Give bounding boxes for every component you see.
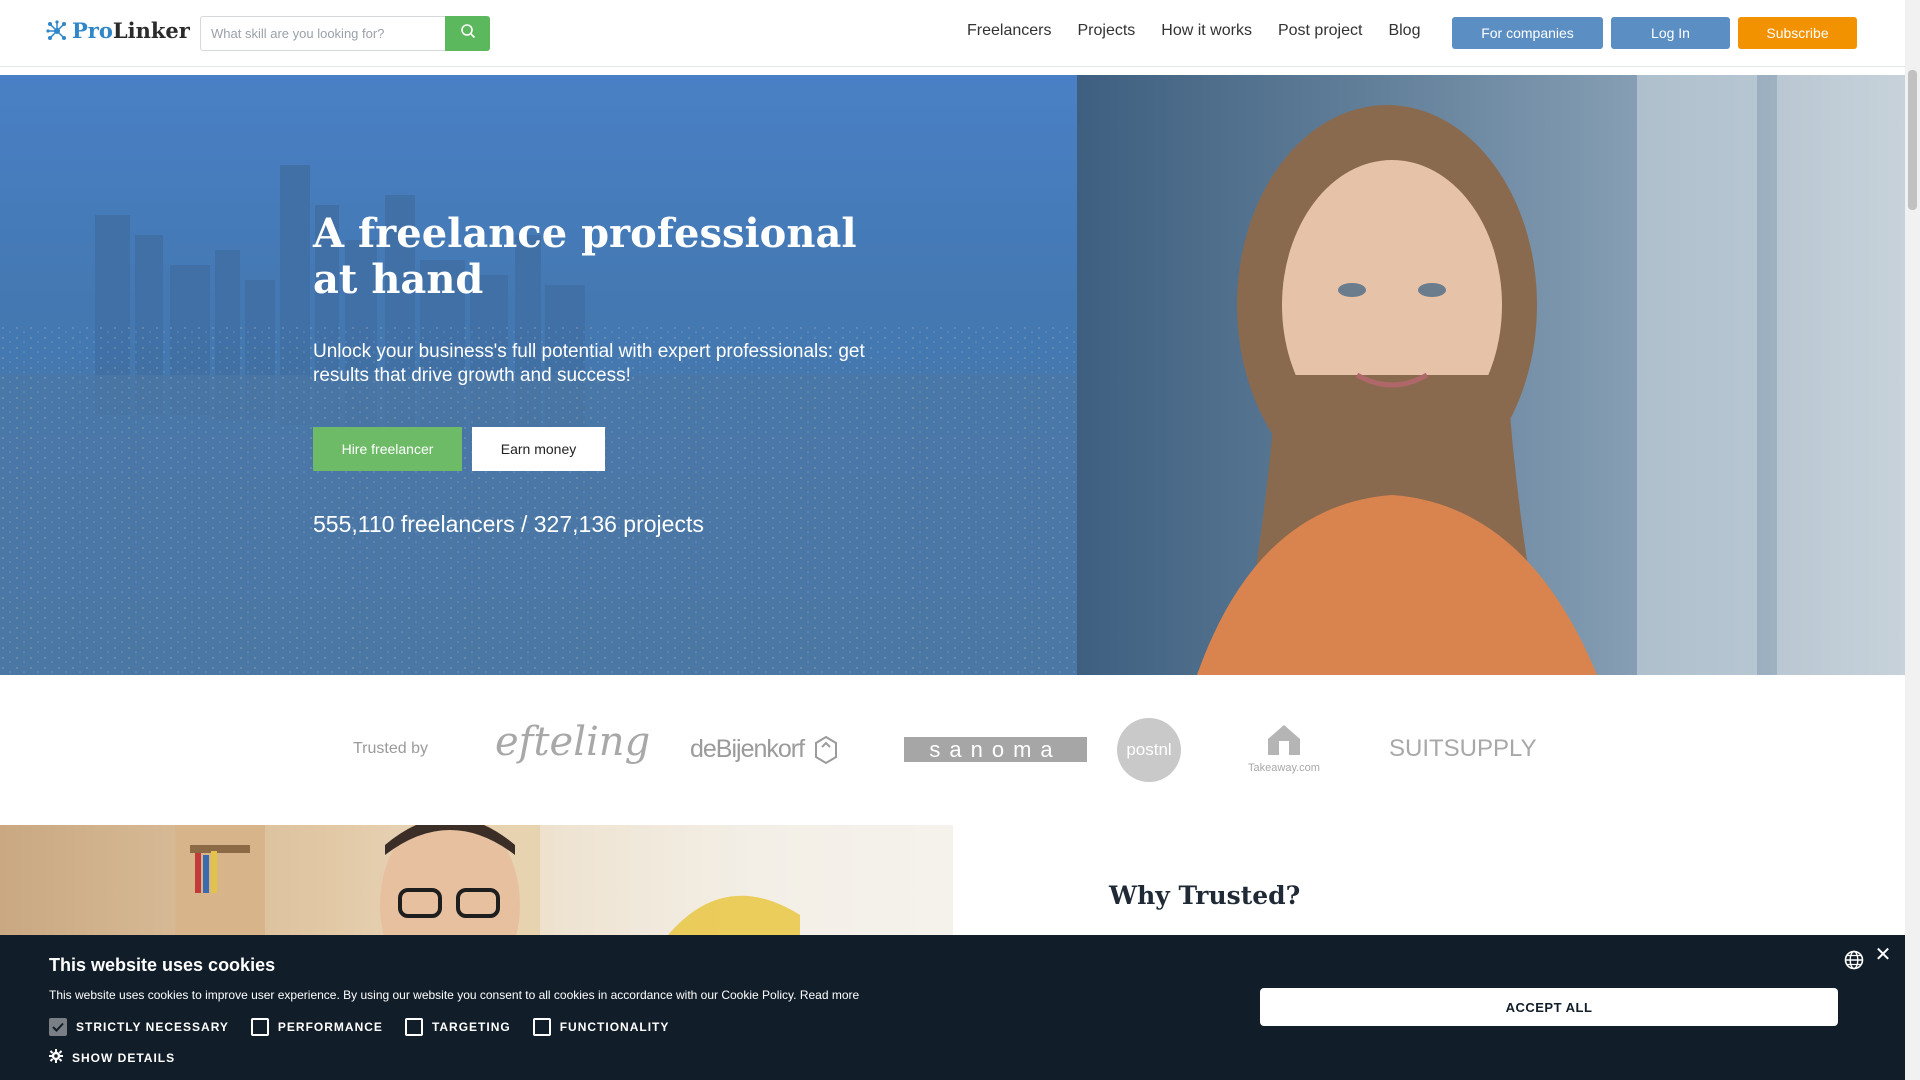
debijenkorf-logo-text: deBijenkorf bbox=[690, 735, 805, 763]
earn-money-button[interactable]: Earn money bbox=[472, 427, 605, 471]
cookie-read-more-link[interactable]: Read more bbox=[800, 988, 859, 1002]
checkbox-unchecked[interactable] bbox=[532, 1018, 551, 1036]
login-button[interactable]: Log In bbox=[1611, 17, 1730, 49]
nav-freelancers[interactable]: Freelancers bbox=[967, 22, 1051, 40]
cookie-option-label: STRICTLY NECESSARY bbox=[76, 1020, 229, 1034]
suitsupply-logo: SUITSUPPLY bbox=[1389, 735, 1537, 762]
search-icon bbox=[460, 23, 476, 44]
hero-title: A freelance professional at hand bbox=[313, 210, 857, 303]
show-details-label: SHOW DETAILS bbox=[72, 1050, 176, 1065]
logo-text-pro: Pro bbox=[72, 18, 113, 43]
logo-text: ProLinker bbox=[72, 18, 190, 43]
cookie-option-label: FUNCTIONALITY bbox=[559, 1020, 670, 1034]
nav-blog[interactable]: Blog bbox=[1388, 22, 1420, 40]
takeaway-logo: Takeaway.com bbox=[1244, 721, 1324, 781]
search-button[interactable] bbox=[445, 16, 490, 51]
hero-section: A freelance professional at hand Unlock … bbox=[0, 75, 1905, 675]
nav-projects[interactable]: Projects bbox=[1077, 22, 1135, 40]
trusted-by-label: Trusted by bbox=[353, 740, 428, 757]
nav-how-it-works[interactable]: How it works bbox=[1161, 22, 1252, 40]
cookie-text-body: This website uses cookies to improve use… bbox=[49, 988, 797, 1002]
checkbox-unchecked[interactable] bbox=[404, 1018, 423, 1036]
cookie-option-label: TARGETING bbox=[431, 1020, 511, 1034]
subscribe-button[interactable]: Subscribe bbox=[1738, 17, 1857, 49]
cookie-banner: This website uses cookies This website u… bbox=[0, 935, 1905, 1080]
skill-search-input[interactable] bbox=[200, 16, 445, 51]
hero-stats: 555,110 freelancers / 327,136 projects bbox=[313, 511, 704, 537]
page-scrollbar[interactable] bbox=[1905, 0, 1920, 1080]
cookie-title: This website uses cookies bbox=[49, 955, 276, 975]
gear-icon bbox=[49, 1049, 63, 1066]
logo-network-icon bbox=[46, 19, 68, 42]
takeaway-logo-text: Takeaway.com bbox=[1248, 762, 1320, 774]
for-companies-button[interactable]: For companies bbox=[1452, 17, 1603, 49]
checkbox-unchecked[interactable] bbox=[250, 1018, 269, 1036]
cookie-options: STRICTLY NECESSARY PERFORMANCE TARGETING… bbox=[49, 1018, 669, 1036]
logo-text-linker: Linker bbox=[112, 18, 190, 43]
efteling-logo: efteling bbox=[495, 719, 651, 765]
close-icon[interactable]: ✕ bbox=[1874, 945, 1892, 965]
cookie-option-label: PERFORMANCE bbox=[277, 1020, 383, 1034]
prolinker-logo[interactable]: ProLinker bbox=[46, 18, 190, 43]
cookie-option-strictly-necessary[interactable]: STRICTLY NECESSARY bbox=[49, 1018, 229, 1036]
sanoma-logo: sanoma bbox=[904, 737, 1087, 762]
main-nav: Freelancers Projects How it works Post p… bbox=[967, 22, 1420, 40]
hero-woman-photo bbox=[1077, 75, 1905, 675]
postnl-logo: postnl bbox=[1117, 718, 1181, 782]
cookie-option-performance[interactable]: PERFORMANCE bbox=[250, 1018, 383, 1036]
hero-subtitle: Unlock your business's full potential wi… bbox=[313, 341, 865, 386]
trusted-by-section: Trusted by efteling deBijenkorf sanoma p… bbox=[0, 675, 1905, 825]
scrollbar-thumb[interactable] bbox=[1908, 70, 1917, 210]
page: ProLinker Freelancers Projects How it wo… bbox=[0, 0, 1905, 1080]
cookie-text: This website uses cookies to improve use… bbox=[49, 988, 859, 1002]
show-details-toggle[interactable]: SHOW DETAILS bbox=[49, 1049, 175, 1066]
skill-search bbox=[200, 16, 490, 51]
nav-post-project[interactable]: Post project bbox=[1278, 22, 1362, 40]
why-trusted-title: Why Trusted? bbox=[1109, 881, 1301, 910]
cookie-option-functionality[interactable]: FUNCTIONALITY bbox=[532, 1018, 670, 1036]
cookie-option-targeting[interactable]: TARGETING bbox=[404, 1018, 511, 1036]
site-header: ProLinker Freelancers Projects How it wo… bbox=[0, 0, 1905, 67]
debijenkorf-logo: deBijenkorf bbox=[690, 735, 838, 765]
globe-icon[interactable] bbox=[1844, 950, 1864, 970]
checkbox-checked[interactable] bbox=[49, 1018, 67, 1036]
hire-freelancer-button[interactable]: Hire freelancer bbox=[313, 427, 462, 471]
accept-all-button[interactable]: ACCEPT ALL bbox=[1260, 988, 1838, 1026]
